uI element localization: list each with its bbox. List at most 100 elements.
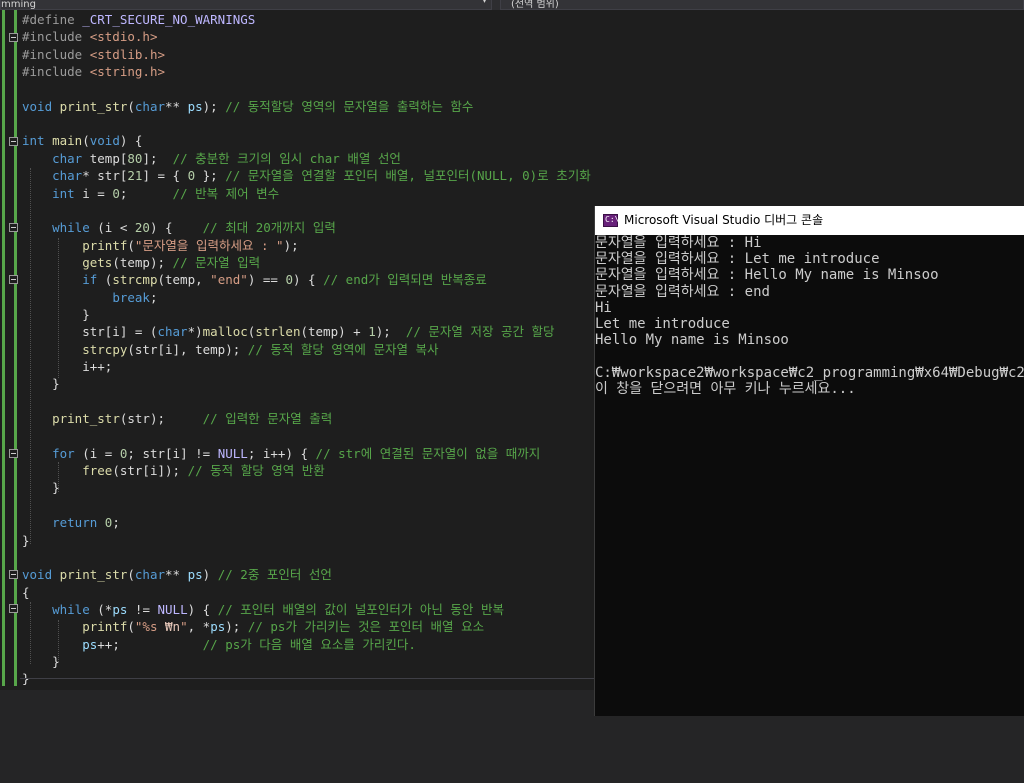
code-line[interactable]: int main(void) { (22, 132, 142, 149)
collapse-icon[interactable] (9, 223, 18, 232)
code-token: ps (210, 619, 226, 635)
code-line[interactable]: } (22, 479, 60, 496)
code-token: ) { (119, 133, 143, 149)
code-line[interactable]: void print_str(char** ps); // 동적할당 영역의 문… (22, 98, 473, 115)
code-token: } (22, 653, 60, 669)
code-line[interactable]: } (22, 532, 30, 549)
code-token: 0 (187, 168, 196, 184)
scope-dropdown-label: (전역 범위) (511, 0, 559, 10)
scope-dropdown[interactable]: (전역 범위) (500, 0, 1024, 10)
project-dropdown[interactable]: mming ▾ (0, 0, 492, 10)
code-line[interactable]: return 0; (22, 514, 120, 531)
code-line[interactable]: void print_str(char** ps) // 2중 포인터 선언 (22, 566, 332, 583)
code-line[interactable]: while (i < 20) { // 최대 20개까지 입력 (22, 219, 336, 236)
code-line[interactable]: str[i] = (char*)malloc(strlen(temp) + 1)… (22, 323, 555, 340)
code-token: while (52, 601, 98, 617)
code-token: (i = (82, 445, 120, 461)
code-line[interactable]: ps++; // ps가 다음 배열 요소를 가리킨다. (22, 636, 416, 653)
code-token: i++; (22, 359, 113, 374)
code-line[interactable]: while (*ps != NULL) { // 포인터 배열의 값이 널포인터… (22, 601, 504, 618)
change-indicator-bar (2, 10, 5, 686)
code-line[interactable]: char temp[80]; // 충분한 크기의 임시 char 배열 선언 (22, 150, 401, 167)
code-line[interactable]: strcpy(str[i], temp); // 동적 할당 영역에 문자열 복… (22, 341, 438, 358)
code-token: ; str[i] != (127, 445, 218, 461)
code-line[interactable]: printf("문자열을 입력하세요 : "); (22, 237, 299, 254)
code-line[interactable]: for (i = 0; str[i] != NULL; i++) { // st… (22, 445, 540, 462)
code-line[interactable]: #include <stdlib.h> (22, 46, 165, 63)
collapse-icon[interactable] (9, 570, 18, 579)
console-title-bar[interactable]: Microsoft Visual Studio 디버그 콘솔 (595, 206, 1024, 235)
code-token: // str에 연결된 문자열이 없을 때까지 (315, 445, 541, 461)
console-title: Microsoft Visual Studio 디버그 콘솔 (624, 213, 824, 227)
collapse-icon[interactable] (9, 449, 18, 458)
collapse-icon[interactable] (9, 604, 18, 613)
code-token: , * (187, 619, 211, 635)
code-token: void (89, 133, 120, 149)
code-line[interactable]: #include <string.h> (22, 63, 165, 80)
code-token: ₩n (165, 619, 181, 635)
code-token: for (52, 445, 83, 461)
debug-console-window[interactable]: Microsoft Visual Studio 디버그 콘솔 문자열을 입력하세… (594, 206, 1024, 716)
code-token: ( (127, 98, 135, 114)
code-token: // 최대 20개까지 입력 (202, 220, 336, 236)
console-line: 이 창을 닫으려면 아무 키나 누르세요... (595, 380, 856, 397)
code-token: // 문자열 저장 공간 할당 (405, 324, 555, 340)
code-line[interactable]: } (22, 306, 90, 323)
code-token: print_str (59, 567, 128, 583)
code-token: ps (112, 601, 128, 617)
code-line[interactable]: gets(temp); // 문자열 입력 (22, 254, 260, 271)
code-line[interactable]: char* str[21] = { 0 }; // 문자열을 연결할 포인터 배… (22, 167, 591, 184)
code-token: "문자열을 입력하세요 : " (134, 237, 284, 253)
code-line[interactable]: #include <stdio.h> (22, 28, 157, 45)
code-token: ); (283, 237, 299, 253)
code-line[interactable]: } (22, 653, 60, 670)
code-line[interactable]: #define _CRT_SECURE_NO_WARNINGS (22, 11, 255, 28)
code-token: printf (82, 619, 128, 635)
code-token: print_str (52, 411, 120, 427)
code-token: (temp, (157, 272, 211, 288)
code-line[interactable]: if (strcmp(temp, "end") == 0) { // end가 … (22, 271, 487, 288)
code-token: 80 (127, 150, 143, 166)
code-line[interactable]: } (22, 375, 60, 392)
console-app-icon (603, 214, 619, 227)
code-token: ( (127, 237, 135, 253)
code-token: 21 (127, 168, 143, 184)
code-token: char (52, 168, 83, 184)
code-token: #include (22, 29, 90, 45)
code-token: ps (187, 567, 203, 583)
code-token: *) (187, 324, 203, 340)
code-token: ++; (97, 636, 203, 652)
code-line[interactable]: i++; (22, 358, 112, 375)
code-token: // ps가 가리키는 것은 포인터 배열 요소 (247, 619, 485, 635)
code-line[interactable]: printf("%s ₩n", *ps); // ps가 가리키는 것은 포인터… (22, 618, 484, 635)
code-line[interactable]: print_str(str); // 입력한 문자열 출력 (22, 410, 332, 427)
code-token: } (22, 376, 60, 392)
project-dropdown-label: mming (1, 0, 36, 10)
code-token: // ps가 다음 배열 요소를 가리킨다. (202, 636, 416, 652)
code-token: int (22, 133, 53, 149)
collapse-icon[interactable] (9, 275, 18, 284)
code-line[interactable]: int i = 0; // 반복 제어 변수 (22, 185, 279, 202)
code-line[interactable]: free(str[i]); // 동적 할당 영역 반환 (22, 462, 325, 479)
code-token: "end" (210, 272, 248, 288)
console-output[interactable]: 문자열을 입력하세요 : Hi 문자열을 입력하세요 : Let me intro… (595, 235, 1024, 397)
code-token: char (157, 324, 188, 340)
code-line[interactable]: { (22, 584, 30, 601)
code-token: ( (127, 567, 135, 583)
collapse-icon[interactable] (9, 137, 18, 146)
code-token: main (52, 133, 83, 149)
code-line[interactable]: break; (22, 289, 157, 306)
collapse-icon[interactable] (9, 33, 18, 42)
code-token: NULL (157, 601, 188, 617)
code-token: } (22, 306, 90, 322)
code-token: _CRT_SECURE_NO_WARNINGS (82, 12, 256, 27)
